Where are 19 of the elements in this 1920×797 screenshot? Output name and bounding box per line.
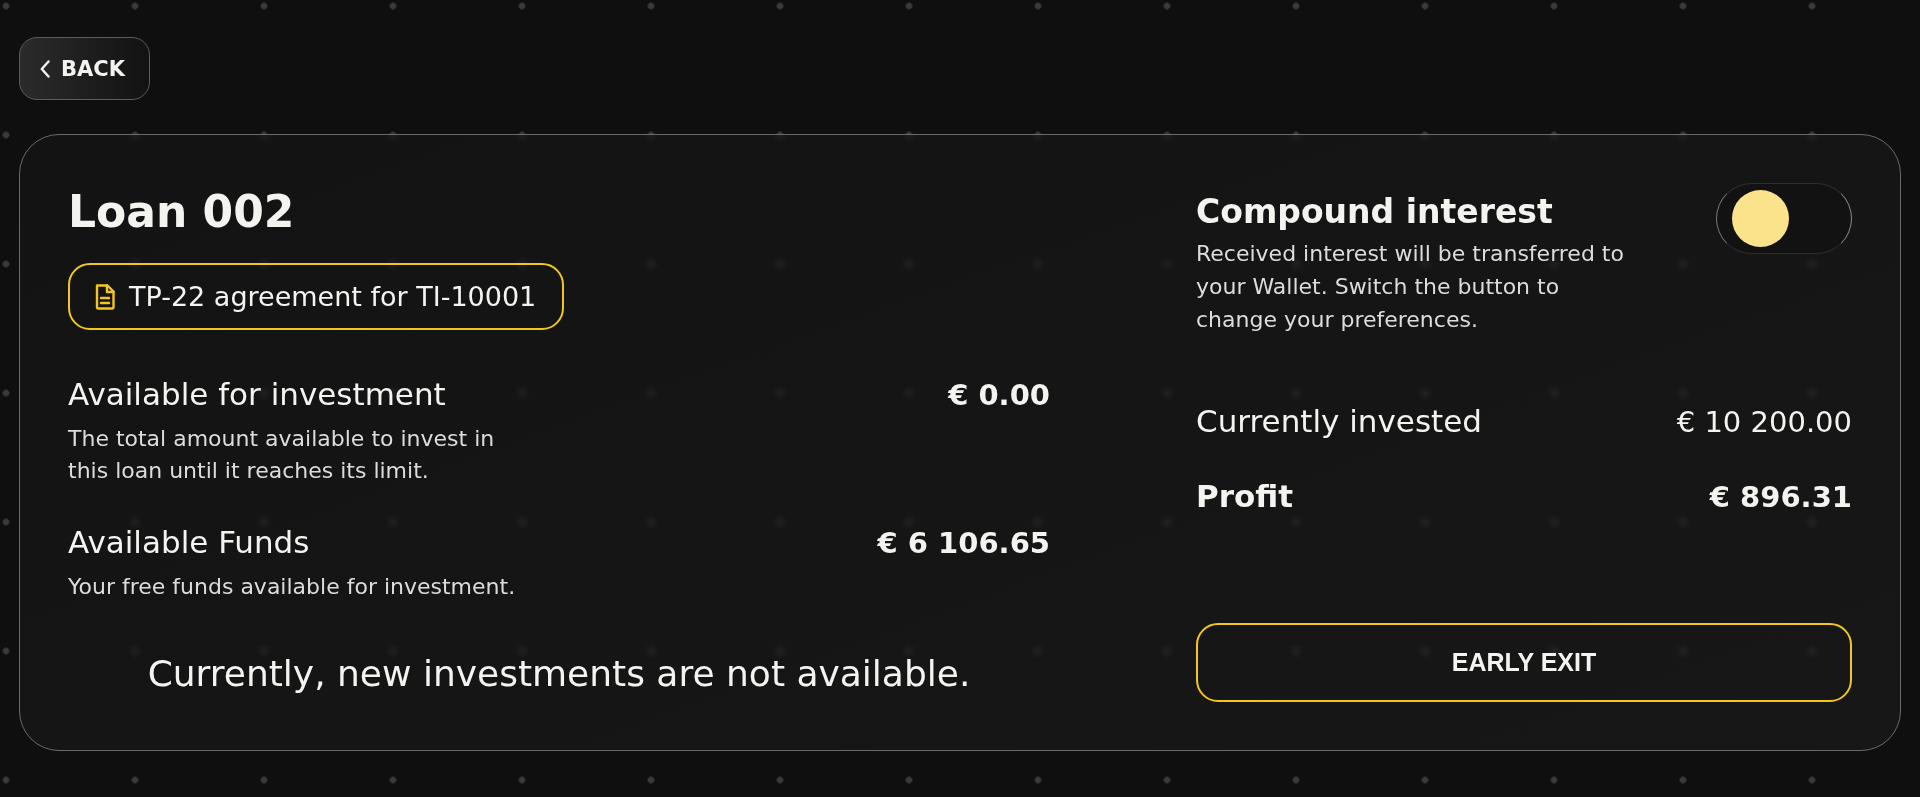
metric-label: Available for investment [68,375,446,413]
early-exit-button[interactable]: EARLY EXIT [1196,623,1852,702]
availability-notice: Currently, new investments are not available. [146,652,972,696]
metric-description: Your free funds available for investment. [68,573,517,601]
chevron-left-icon [40,59,50,78]
metric-label: Available Funds [68,523,310,561]
metric-value: € 6 106.65 [877,525,1050,562]
agreement-link[interactable]: TP-22 agreement for TI-10001 [68,263,565,330]
investment-label: Currently invested [1196,402,1482,440]
back-button[interactable]: BACK [19,37,150,100]
compound-interest-title: Compound interest [1196,192,1554,232]
investment-value: € 10 200.00 [1676,404,1852,441]
compound-interest-description: Received interest will be transferred to your Wallet. Switch the button to change your preferences. [1196,240,1625,334]
document-icon [95,283,115,310]
metric-value: € 0.00 [948,377,1050,414]
investment-label: Profit [1196,477,1294,515]
metric-description: The total amount available to invest in this loan until it reaches its limit. [68,425,496,485]
loan-title: Loan 002 [68,187,295,237]
investment-value: € 896.31 [1709,479,1852,516]
